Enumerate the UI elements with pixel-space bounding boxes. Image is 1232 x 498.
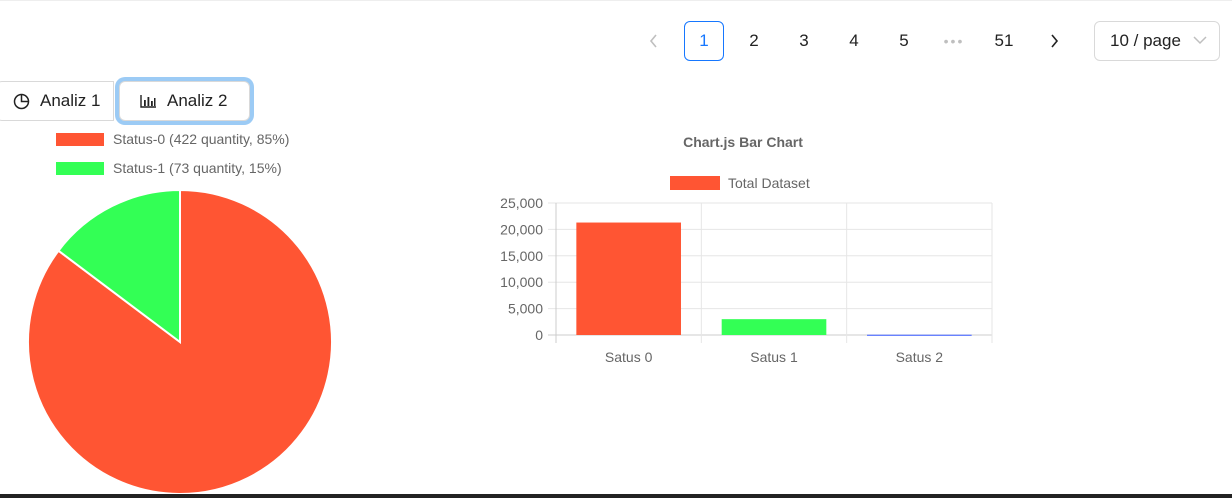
x-tick-label: Satus 0 (605, 349, 653, 365)
bar-chart: Chart.js Bar Chart Total Dataset 25,000 20,… (500, 134, 993, 365)
y-tick-label: 0 (535, 327, 543, 343)
y-tick-label: 15,000 (500, 248, 543, 264)
bottom-border (0, 494, 1232, 498)
bar[interactable] (576, 222, 681, 335)
y-tick-label: 10,000 (500, 274, 543, 290)
legend-swatch (670, 176, 720, 190)
x-tick-label: Satus 1 (750, 349, 798, 365)
y-tick-label: 5,000 (508, 301, 543, 317)
chart-title: Chart.js Bar Chart (683, 134, 803, 150)
y-tick-label: 25,000 (500, 195, 543, 211)
y-tick-label: 20,000 (500, 221, 543, 237)
bar[interactable] (867, 334, 972, 336)
legend-label[interactable]: Total Dataset (728, 175, 810, 191)
bar[interactable] (721, 319, 827, 335)
x-tick-label: Satus 2 (896, 349, 944, 365)
